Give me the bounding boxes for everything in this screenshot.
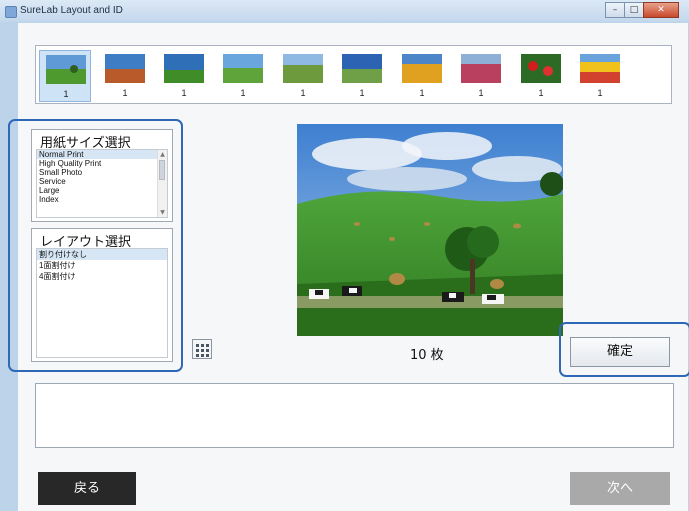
thumbnail-count: 1 bbox=[300, 88, 306, 98]
list-item[interactable]: Index bbox=[37, 195, 167, 204]
thumbnail-count: 1 bbox=[359, 88, 365, 98]
preview-image bbox=[297, 124, 563, 336]
title-bar[interactable]: SureLab Layout and ID – □ ✕ bbox=[0, 0, 689, 22]
thumbnail-strip: 1 1 1 1 1 1 1 1 1 1 bbox=[35, 45, 672, 104]
confirm-button[interactable]: 確定 bbox=[570, 337, 670, 367]
thumbnail-count: 1 bbox=[419, 88, 425, 98]
list-item[interactable]: Small Photo bbox=[37, 168, 167, 177]
list-item[interactable]: Normal Print bbox=[37, 150, 167, 159]
thumbnail-image bbox=[283, 54, 323, 83]
thumbnail-item[interactable]: 1 bbox=[396, 50, 448, 102]
list-item[interactable]: 4面割付け bbox=[37, 271, 167, 282]
thumbnail-image bbox=[105, 54, 145, 83]
close-icon[interactable]: ✕ bbox=[643, 2, 679, 18]
thumbnail-item[interactable]: 1 bbox=[158, 50, 210, 102]
thumbnail-image bbox=[342, 54, 382, 83]
thumbnail-count: 1 bbox=[597, 88, 603, 98]
thumbnail-image bbox=[164, 54, 204, 83]
thumbnail-item[interactable]: 1 bbox=[39, 50, 91, 102]
layout-panel: レイアウト選択 割り付けなし 1面割付け 4面割付け bbox=[31, 228, 173, 362]
thumbnail-item[interactable]: 1 bbox=[217, 50, 269, 102]
list-item[interactable]: 1面割付け bbox=[37, 260, 167, 271]
print-count: 10 枚 bbox=[410, 348, 444, 363]
scroll-thumb[interactable] bbox=[159, 160, 165, 180]
window-controls: – □ ✕ bbox=[605, 2, 679, 19]
thumbnail-image bbox=[461, 54, 501, 83]
thumbnail-count: 1 bbox=[538, 88, 544, 98]
message-area bbox=[35, 383, 674, 448]
thumbnail-count: 1 bbox=[478, 88, 484, 98]
thumbnail-image bbox=[46, 55, 86, 84]
thumbnail-item[interactable]: 1 bbox=[455, 50, 507, 102]
thumbnail-image bbox=[521, 54, 561, 83]
app-icon bbox=[5, 6, 17, 18]
list-item[interactable]: Large bbox=[37, 186, 167, 195]
thumbnail-image bbox=[402, 54, 442, 83]
scroll-up-icon[interactable]: ▲ bbox=[158, 150, 167, 159]
back-button[interactable]: 戻る bbox=[38, 472, 136, 505]
maximize-icon[interactable]: □ bbox=[624, 2, 644, 18]
thumbnail-item[interactable]: 1 bbox=[515, 50, 567, 102]
layout-grid-button[interactable] bbox=[192, 339, 212, 359]
thumbnail-count: 1 bbox=[181, 88, 187, 98]
list-item[interactable]: 割り付けなし bbox=[37, 249, 167, 260]
layout-list[interactable]: 割り付けなし 1面割付け 4面割付け bbox=[36, 248, 168, 358]
thumbnail-count: 1 bbox=[122, 88, 128, 98]
minimize-icon[interactable]: – bbox=[605, 2, 625, 18]
thumbnail-image bbox=[223, 54, 263, 83]
window-title: SureLab Layout and ID bbox=[20, 5, 123, 16]
thumbnail-item[interactable]: 1 bbox=[277, 50, 329, 102]
next-button[interactable]: 次へ bbox=[570, 472, 670, 505]
scrollbar[interactable]: ▲ ▼ bbox=[157, 150, 167, 217]
thumbnail-item[interactable]: 1 bbox=[336, 50, 388, 102]
thumbnail-image bbox=[580, 54, 620, 83]
paper-size-list[interactable]: Normal Print High Quality Print Small Ph… bbox=[36, 149, 168, 218]
thumbnail-item[interactable]: 1 bbox=[574, 50, 626, 102]
list-item[interactable]: High Quality Print bbox=[37, 159, 167, 168]
thumbnail-item[interactable]: 1 bbox=[99, 50, 151, 102]
thumbnail-count: 1 bbox=[240, 88, 246, 98]
thumbnail-count: 1 bbox=[63, 89, 69, 99]
paper-size-panel: 用紙サイズ選択 Normal Print High Quality Print … bbox=[31, 129, 173, 222]
scroll-down-icon[interactable]: ▼ bbox=[158, 208, 167, 217]
list-item[interactable]: Service bbox=[37, 177, 167, 186]
